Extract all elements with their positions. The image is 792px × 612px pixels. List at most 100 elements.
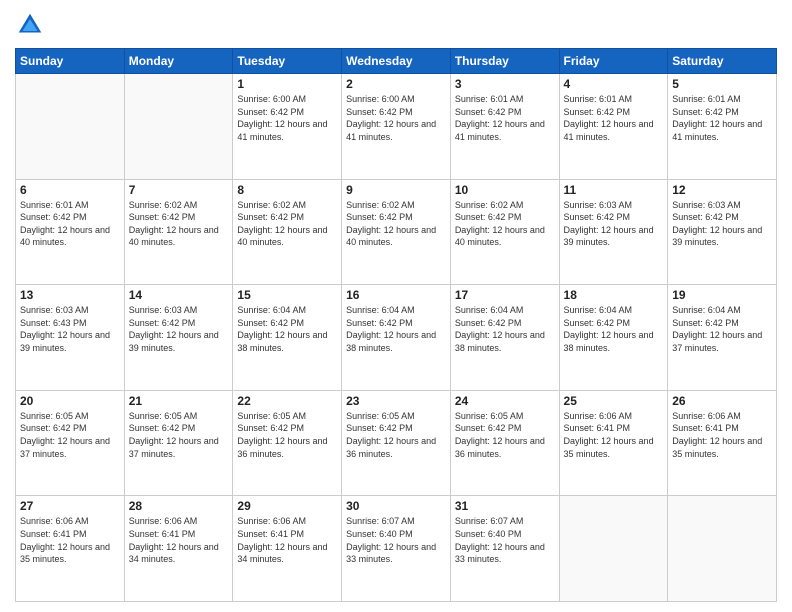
calendar-cell (559, 496, 668, 602)
day-info: Sunrise: 6:04 AMSunset: 6:42 PMDaylight:… (237, 304, 337, 354)
day-info: Sunrise: 6:05 AMSunset: 6:42 PMDaylight:… (455, 410, 555, 460)
calendar-cell: 1 Sunrise: 6:00 AMSunset: 6:42 PMDaylight… (233, 74, 342, 180)
day-number: 1 (237, 77, 337, 91)
day-info: Sunrise: 6:05 AMSunset: 6:42 PMDaylight:… (129, 410, 229, 460)
calendar-week-4: 20 Sunrise: 6:05 AMSunset: 6:42 PMDayligh… (16, 390, 777, 496)
day-info: Sunrise: 6:05 AMSunset: 6:42 PMDaylight:… (20, 410, 120, 460)
day-number: 8 (237, 183, 337, 197)
calendar-cell: 3Sunrise: 6:01 AMSunset: 6:42 PMDaylight… (450, 74, 559, 180)
calendar-cell: 24 Sunrise: 6:05 AMSunset: 6:42 PMDayligh… (450, 390, 559, 496)
day-info: Sunrise: 6:03 AMSunset: 6:42 PMDaylight:… (129, 304, 229, 354)
day-info: Sunrise: 6:06 AMSunset: 6:41 PMDaylight:… (237, 515, 337, 565)
day-number: 30 (346, 499, 446, 513)
day-number: 12 (672, 183, 772, 197)
logo-icon (15, 10, 45, 40)
day-info: Sunrise: 6:05 AMSunset: 6:42 PMDaylight:… (237, 410, 337, 460)
weekday-header-saturday: Saturday (668, 49, 777, 74)
day-info: Sunrise: 6:04 AMSunset: 6:42 PMDaylight:… (672, 304, 772, 354)
day-number: 25 (564, 394, 664, 408)
day-info: Sunrise: 6:02 AMSunset: 6:42 PMDaylight:… (455, 199, 555, 249)
weekday-header-monday: Monday (124, 49, 233, 74)
calendar-week-1: 1 Sunrise: 6:00 AMSunset: 6:42 PMDaylight… (16, 74, 777, 180)
day-number: 27 (20, 499, 120, 513)
day-number: 13 (20, 288, 120, 302)
weekday-header-thursday: Thursday (450, 49, 559, 74)
day-number: 18 (564, 288, 664, 302)
day-info: Sunrise: 6:03 AMSunset: 6:42 PMDaylight:… (564, 199, 664, 249)
weekday-header-row: SundayMondayTuesdayWednesdayThursdayFrid… (16, 49, 777, 74)
day-info: Sunrise: 6:07 AMSunset: 6:40 PMDaylight:… (346, 515, 446, 565)
day-number: 14 (129, 288, 229, 302)
calendar-cell: 26 Sunrise: 6:06 AMSunset: 6:41 PMDayligh… (668, 390, 777, 496)
calendar-cell: 15 Sunrise: 6:04 AMSunset: 6:42 PMDayligh… (233, 285, 342, 391)
calendar-cell: 12 Sunrise: 6:03 AMSunset: 6:42 PMDayligh… (668, 179, 777, 285)
calendar-cell: 25Sunrise: 6:06 AMSunset: 6:41 PMDayligh… (559, 390, 668, 496)
day-number: 10 (455, 183, 555, 197)
day-number: 3 (455, 77, 555, 91)
weekday-header-sunday: Sunday (16, 49, 125, 74)
calendar-cell: 28 Sunrise: 6:06 AMSunset: 6:41 PMDayligh… (124, 496, 233, 602)
day-info: Sunrise: 6:00 AMSunset: 6:42 PMDaylight:… (237, 93, 337, 143)
day-number: 9 (346, 183, 446, 197)
day-info: Sunrise: 6:02 AMSunset: 6:42 PMDaylight:… (237, 199, 337, 249)
day-info: Sunrise: 6:03 AMSunset: 6:42 PMDaylight:… (672, 199, 772, 249)
day-number: 28 (129, 499, 229, 513)
logo (15, 10, 49, 40)
calendar-week-3: 13 Sunrise: 6:03 AMSunset: 6:43 PMDayligh… (16, 285, 777, 391)
calendar-cell: 21 Sunrise: 6:05 AMSunset: 6:42 PMDayligh… (124, 390, 233, 496)
day-info: Sunrise: 6:06 AMSunset: 6:41 PMDaylight:… (129, 515, 229, 565)
day-info: Sunrise: 6:02 AMSunset: 6:42 PMDaylight:… (129, 199, 229, 249)
calendar-cell: 17Sunrise: 6:04 AMSunset: 6:42 PMDayligh… (450, 285, 559, 391)
calendar-cell (16, 74, 125, 180)
day-number: 22 (237, 394, 337, 408)
day-number: 16 (346, 288, 446, 302)
calendar-cell: 19 Sunrise: 6:04 AMSunset: 6:42 PMDayligh… (668, 285, 777, 391)
calendar-cell: 18 Sunrise: 6:04 AMSunset: 6:42 PMDayligh… (559, 285, 668, 391)
day-number: 23 (346, 394, 446, 408)
day-number: 17 (455, 288, 555, 302)
calendar-cell: 11Sunrise: 6:03 AMSunset: 6:42 PMDayligh… (559, 179, 668, 285)
day-number: 19 (672, 288, 772, 302)
day-number: 4 (564, 77, 664, 91)
calendar-cell (124, 74, 233, 180)
day-info: Sunrise: 6:06 AMSunset: 6:41 PMDaylight:… (672, 410, 772, 460)
calendar-cell: 20 Sunrise: 6:05 AMSunset: 6:42 PMDayligh… (16, 390, 125, 496)
calendar-cell: 9Sunrise: 6:02 AMSunset: 6:42 PMDaylight… (342, 179, 451, 285)
calendar-cell: 2 Sunrise: 6:00 AMSunset: 6:42 PMDaylight… (342, 74, 451, 180)
day-number: 7 (129, 183, 229, 197)
day-info: Sunrise: 6:01 AMSunset: 6:42 PMDaylight:… (20, 199, 120, 249)
calendar-cell: 4 Sunrise: 6:01 AMSunset: 6:42 PMDaylight… (559, 74, 668, 180)
day-info: Sunrise: 6:01 AMSunset: 6:42 PMDaylight:… (564, 93, 664, 143)
day-number: 20 (20, 394, 120, 408)
calendar-cell: 10 Sunrise: 6:02 AMSunset: 6:42 PMDayligh… (450, 179, 559, 285)
day-info: Sunrise: 6:03 AMSunset: 6:43 PMDaylight:… (20, 304, 120, 354)
day-info: Sunrise: 6:01 AMSunset: 6:42 PMDaylight:… (672, 93, 772, 143)
day-number: 2 (346, 77, 446, 91)
day-number: 6 (20, 183, 120, 197)
weekday-header-friday: Friday (559, 49, 668, 74)
day-info: Sunrise: 6:06 AMSunset: 6:41 PMDaylight:… (20, 515, 120, 565)
calendar-cell: 29 Sunrise: 6:06 AMSunset: 6:41 PMDayligh… (233, 496, 342, 602)
day-number: 26 (672, 394, 772, 408)
calendar-cell: 5 Sunrise: 6:01 AMSunset: 6:42 PMDaylight… (668, 74, 777, 180)
day-info: Sunrise: 6:04 AMSunset: 6:42 PMDaylight:… (564, 304, 664, 354)
day-number: 31 (455, 499, 555, 513)
day-number: 21 (129, 394, 229, 408)
calendar-cell: 13 Sunrise: 6:03 AMSunset: 6:43 PMDayligh… (16, 285, 125, 391)
day-info: Sunrise: 6:05 AMSunset: 6:42 PMDaylight:… (346, 410, 446, 460)
calendar-cell: 27 Sunrise: 6:06 AMSunset: 6:41 PMDayligh… (16, 496, 125, 602)
calendar-week-2: 6 Sunrise: 6:01 AMSunset: 6:42 PMDaylight… (16, 179, 777, 285)
calendar-cell: 7 Sunrise: 6:02 AMSunset: 6:42 PMDaylight… (124, 179, 233, 285)
day-info: Sunrise: 6:04 AMSunset: 6:42 PMDaylight:… (346, 304, 446, 354)
header (15, 10, 777, 40)
weekday-header-tuesday: Tuesday (233, 49, 342, 74)
day-number: 15 (237, 288, 337, 302)
day-number: 24 (455, 394, 555, 408)
day-number: 5 (672, 77, 772, 91)
day-number: 29 (237, 499, 337, 513)
calendar-cell (668, 496, 777, 602)
page: SundayMondayTuesdayWednesdayThursdayFrid… (0, 0, 792, 612)
day-info: Sunrise: 6:07 AMSunset: 6:40 PMDaylight:… (455, 515, 555, 565)
day-info: Sunrise: 6:00 AMSunset: 6:42 PMDaylight:… (346, 93, 446, 143)
calendar-cell: 14 Sunrise: 6:03 AMSunset: 6:42 PMDayligh… (124, 285, 233, 391)
